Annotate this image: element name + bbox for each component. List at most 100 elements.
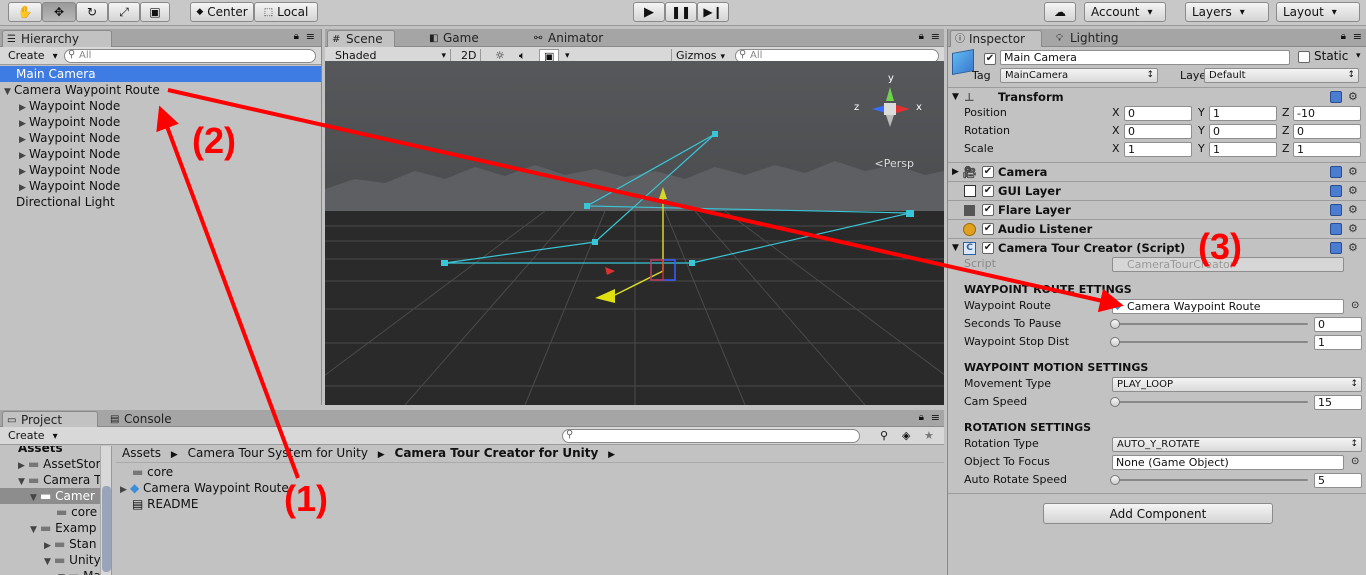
rotation-z-field[interactable]: 0 [1293,124,1361,139]
orientation-gizmo[interactable]: y x z [854,73,926,135]
hierarchy-item-waypoint-node[interactable]: ▶ Waypoint Node [0,130,321,146]
gear-icon[interactable]: ⚙ [1348,163,1358,181]
scale-x-field[interactable]: 1 [1124,142,1192,157]
object-to-focus-field[interactable]: None (Game Object) [1112,455,1344,470]
gui-layer-component-header[interactable]: ✔ GUI Layer ⚙ [948,181,1366,200]
expanded-arrow-icon[interactable]: ▼ [58,570,68,575]
waypoint-stop-dist-slider[interactable] [1112,341,1308,343]
tree-item[interactable]: ▼ ▬ Examp [0,520,111,536]
tree-item[interactable]: ▶ ▬ Stan [0,536,111,552]
position-z-field[interactable]: -10 [1293,106,1361,121]
tab-inspector[interactable]: ⓘ Inspector [950,30,1042,47]
tab-project[interactable]: ▭ Project [2,411,98,428]
help-book-icon[interactable] [1330,223,1342,235]
hierarchy-create-dropdown[interactable]: Create [4,49,62,63]
layers-dropdown[interactable]: Layers [1185,2,1269,22]
rotate-tool-button[interactable]: ↻ [76,2,108,22]
waypoint-route-object-field[interactable]: Camera Waypoint Route [1112,299,1344,314]
tree-scrollbar[interactable] [100,446,111,575]
component-enabled-checkbox[interactable]: ✔ [982,204,994,216]
scale-y-field[interactable]: 1 [1209,142,1277,157]
move-tool-button[interactable]: ✥ [42,2,76,22]
tree-item[interactable]: ▼ ▬ Unity [0,552,111,568]
camera-component-header[interactable]: ▶ 🎥︎ ✔ Camera ⚙ [948,162,1366,181]
help-book-icon[interactable] [1330,91,1342,103]
help-book-icon[interactable] [1330,242,1342,254]
cam-speed-field[interactable]: 15 [1314,395,1362,410]
asset-item-core[interactable]: ▬ core [132,464,432,480]
active-checkbox[interactable]: ✔ [984,53,996,65]
rect-tool-button[interactable]: ▣ [140,2,170,22]
hand-tool-button[interactable]: ✋ [8,2,42,22]
hierarchy-item-waypoint-node[interactable]: ▶ Waypoint Node [0,114,321,130]
asset-item-readme[interactable]: ▤ README [132,496,432,512]
tag-dropdown[interactable]: MainCamera [1000,68,1158,83]
slider-knob[interactable] [1110,475,1120,485]
scale-tool-button[interactable]: ⤢ [108,2,140,22]
hierarchy-item-waypoint-node[interactable]: ▶ Waypoint Node [0,146,321,162]
add-component-button[interactable]: Add Component [1043,503,1273,524]
tab-lighting[interactable]: 💡︎ Lighting [1052,30,1127,47]
layer-dropdown[interactable]: Default [1204,68,1359,83]
tree-item-selected[interactable]: ▼ ▬ Camer [0,488,111,504]
help-book-icon[interactable] [1330,204,1342,216]
tab-animator[interactable]: ⚯ Animator [530,30,611,47]
rotation-x-field[interactable]: 0 [1124,124,1192,139]
scene-viewport[interactable]: y x z <Persp [325,61,944,405]
favorites-star-icon[interactable]: ★ [920,429,938,443]
asset-item-camera-waypoint-route[interactable]: ▶ ◆ Camera Waypoint Route [120,480,420,496]
lock-icon[interactable]: 🔒︎ [1341,31,1346,42]
layout-dropdown[interactable]: Layout [1276,2,1360,22]
menu-icon[interactable]: ≡ [1353,30,1362,43]
project-create-dropdown[interactable]: Create [4,429,62,443]
lock-icon[interactable]: 🔒︎ [919,412,924,423]
help-book-icon[interactable] [1330,166,1342,178]
breadcrumb-item-current[interactable]: Camera Tour Creator for Unity [395,446,599,460]
lock-icon[interactable]: 🔒︎ [294,31,299,42]
static-checkbox[interactable] [1298,51,1310,63]
slider-knob[interactable] [1110,397,1120,407]
position-x-field[interactable]: 0 [1124,106,1192,121]
scrollbar-thumb[interactable] [102,486,111,572]
tree-item[interactable]: Assets [0,446,111,456]
tab-scene[interactable]: # Scene [327,30,395,47]
hierarchy-item-waypoint-node[interactable]: ▶ Waypoint Node [0,98,321,114]
filter-type-icon[interactable]: ⚲ [876,429,892,443]
breadcrumb-item[interactable]: Assets [122,446,161,460]
collapsed-arrow-icon[interactable]: ▶ [120,482,130,498]
step-button[interactable]: ▶❙ [697,2,729,22]
scale-z-field[interactable]: 1 [1293,142,1361,157]
project-search-input[interactable] [562,429,860,443]
tab-hierarchy[interactable]: ☰ Hierarchy [2,30,112,47]
tree-item[interactable]: ▬ core [0,504,111,520]
filter-label-icon[interactable]: ◈ [898,429,914,443]
component-enabled-checkbox[interactable]: ✔ [982,223,994,235]
menu-icon[interactable]: ≡ [931,411,940,424]
hierarchy-item-waypoint-node[interactable]: ▶ Waypoint Node [0,178,321,194]
menu-icon[interactable]: ≡ [306,30,315,43]
hierarchy-item-camera-waypoint-route[interactable]: ▼ Camera Waypoint Route [0,82,321,98]
hierarchy-item-waypoint-node[interactable]: ▶ Waypoint Node [0,162,321,178]
seconds-to-pause-field[interactable]: 0 [1314,317,1362,332]
tree-item[interactable]: ▼ ▬ Camera T [0,472,111,488]
gear-icon[interactable]: ⚙ [1348,201,1358,219]
object-name-field[interactable]: Main Camera [1000,50,1290,65]
rotation-type-dropdown[interactable]: AUTO_Y_ROTATE [1112,437,1362,452]
cloud-button[interactable]: ☁ [1044,2,1076,22]
object-picker-icon[interactable]: ⊙ [1351,453,1359,471]
auto-rotate-speed-slider[interactable] [1112,479,1308,481]
component-enabled-checkbox[interactable]: ✔ [982,185,994,197]
persp-label[interactable]: <Persp [875,157,914,170]
auto-rotate-speed-field[interactable]: 5 [1314,473,1362,488]
movement-type-dropdown[interactable]: PLAY_LOOP [1112,377,1362,392]
tab-game[interactable]: ◧ Game [425,30,487,47]
seconds-to-pause-slider[interactable] [1112,323,1308,325]
gear-icon[interactable]: ⚙ [1348,182,1358,200]
help-book-icon[interactable] [1330,185,1342,197]
hierarchy-item-main-camera[interactable]: Main Camera [0,66,321,82]
rotation-y-field[interactable]: 0 [1209,124,1277,139]
play-button[interactable]: ▶ [633,2,665,22]
pause-button[interactable]: ❚❚ [665,2,697,22]
pivot-local-toggle[interactable]: ⬚ Local [254,2,318,22]
object-picker-icon[interactable]: ⊙ [1351,297,1359,315]
